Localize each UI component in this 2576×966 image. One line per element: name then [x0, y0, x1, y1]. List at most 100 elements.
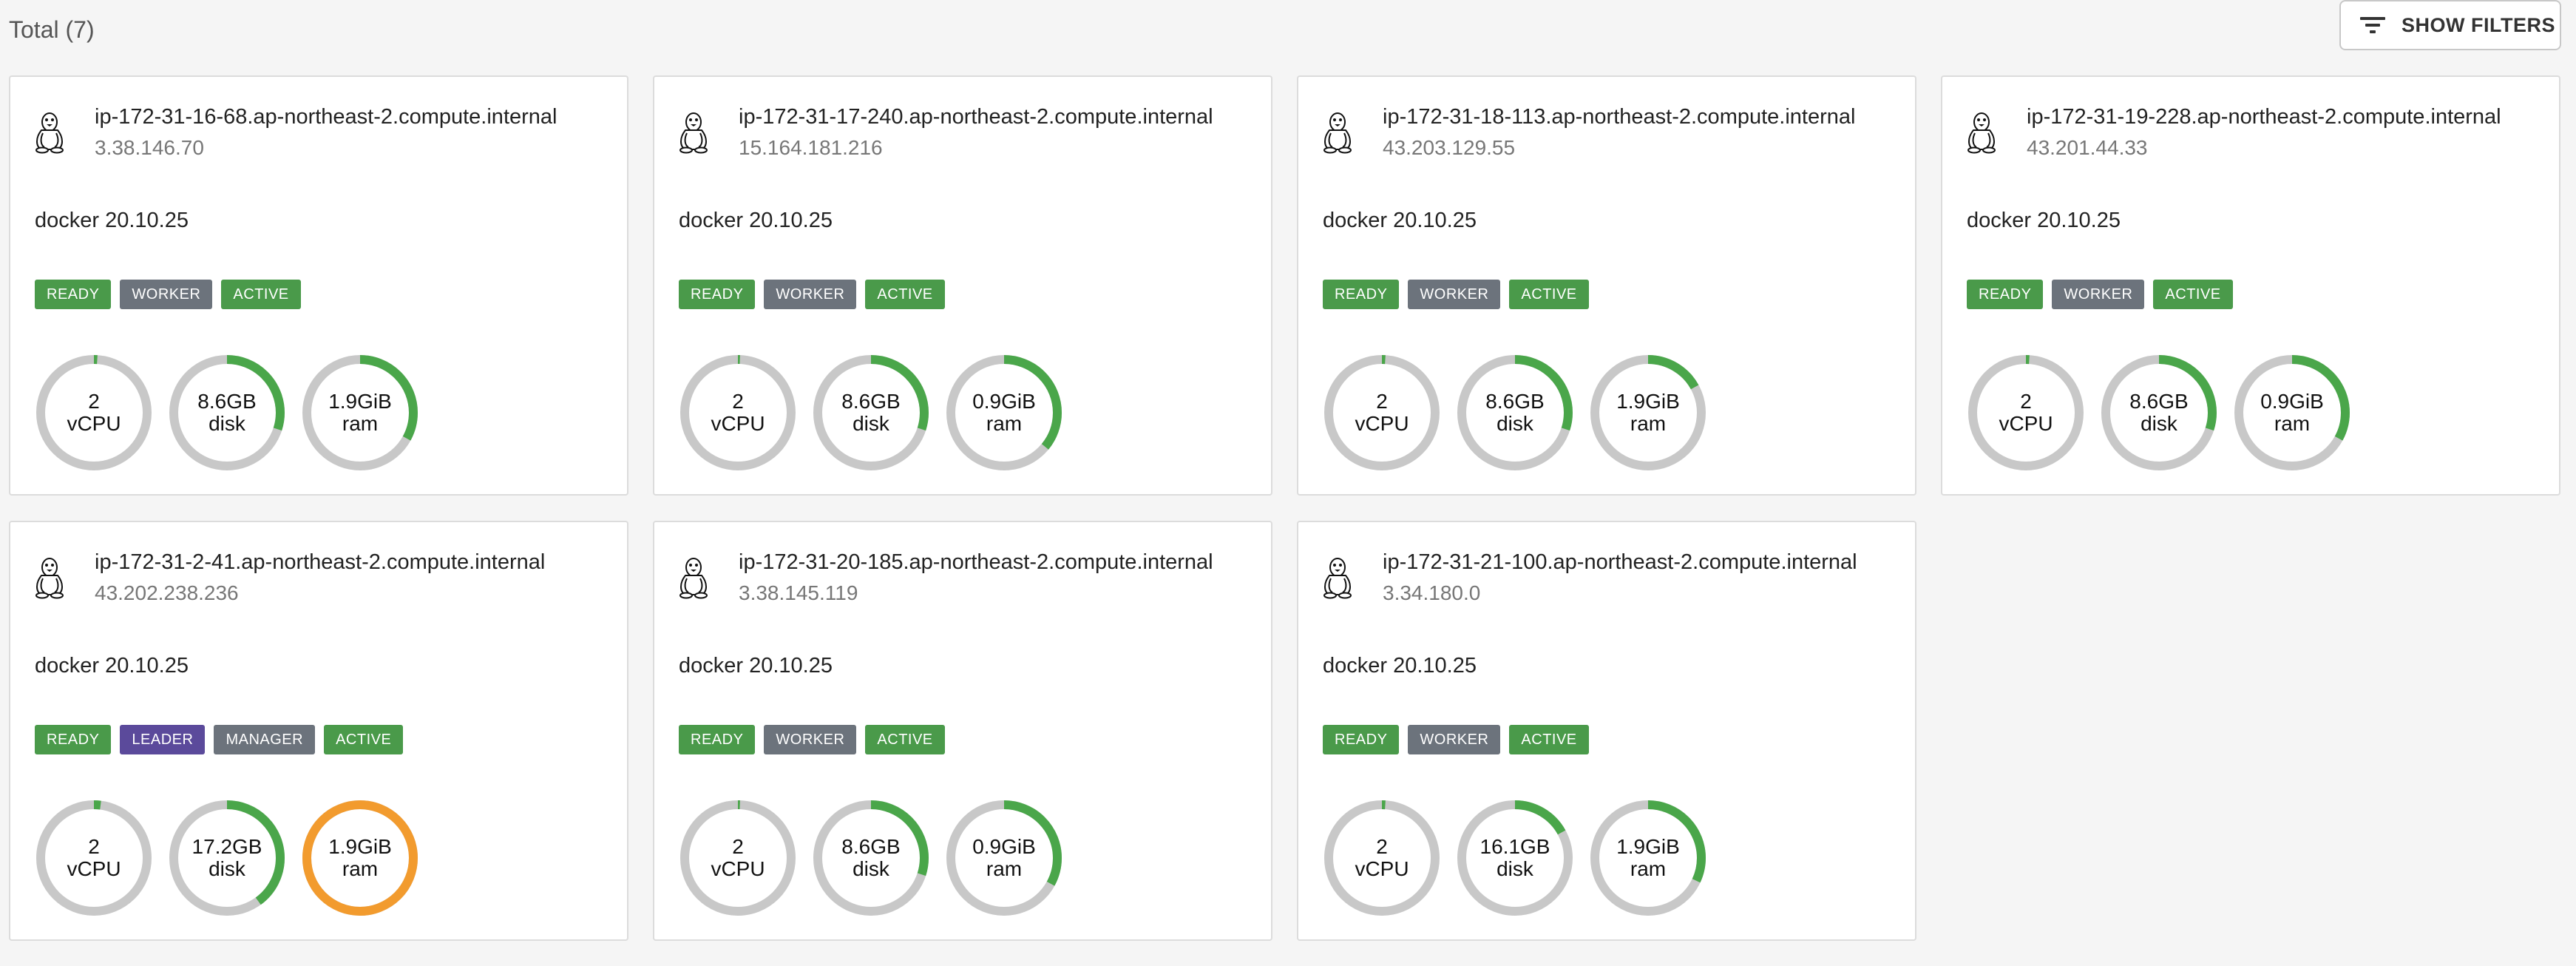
badge-worker: WORKER	[1408, 725, 1501, 754]
gauge-label: 2 vCPU	[679, 799, 797, 917]
node-card[interactable]: ip-172-31-19-228.ap-northeast-2.compute.…	[1941, 75, 2560, 496]
gauge-unit: vCPU	[1999, 412, 2053, 435]
badge-active: ACTIVE	[1509, 725, 1589, 754]
resource-gauges: 2 vCPU 8.6GB disk 0.9GiB ram	[679, 799, 1063, 917]
gauge-ram: 0.9GiB ram	[2233, 354, 2351, 472]
gauge-unit: vCPU	[1355, 412, 1409, 435]
node-hostname[interactable]: ip-172-31-16-68.ap-northeast-2.compute.i…	[95, 105, 557, 129]
status-badges: READY WORKER ACTIVE	[1967, 280, 2233, 309]
engine-version: docker 20.10.25	[679, 209, 833, 232]
engine-version: docker 20.10.25	[679, 654, 833, 678]
linux-tux-icon	[679, 558, 708, 599]
gauge-value: 8.6GB	[1485, 390, 1545, 413]
gauge-disk: 16.1GB disk	[1456, 799, 1574, 917]
gauge-ram: 0.9GiB ram	[945, 799, 1063, 917]
node-card[interactable]: ip-172-31-18-113.ap-northeast-2.compute.…	[1297, 75, 1916, 496]
gauge-value: 2	[88, 835, 100, 858]
gauge-unit: disk	[209, 412, 245, 435]
gauge-label: 8.6GB disk	[168, 354, 286, 472]
engine-version: docker 20.10.25	[35, 654, 189, 678]
gauge-value: 2	[1376, 835, 1388, 858]
node-ip-address: 3.38.146.70	[95, 136, 204, 159]
show-filters-label: SHOW FILTERS	[2402, 13, 2555, 36]
node-hostname[interactable]: ip-172-31-17-240.ap-northeast-2.compute.…	[739, 105, 1213, 129]
resource-gauges: 2 vCPU 8.6GB disk 0.9GiB ram	[1967, 354, 2351, 472]
show-filters-button[interactable]: SHOW FILTERS	[2339, 0, 2561, 50]
node-card[interactable]: ip-172-31-17-240.ap-northeast-2.compute.…	[653, 75, 1272, 496]
badge-worker: WORKER	[2052, 280, 2145, 309]
gauge-vcpu: 2 vCPU	[679, 354, 797, 472]
node-ip-address: 3.38.145.119	[739, 581, 858, 604]
resource-gauges: 2 vCPU 8.6GB disk 0.9GiB ram	[679, 354, 1063, 472]
gauge-value: 2	[2020, 390, 2032, 413]
gauge-label: 8.6GB disk	[2100, 354, 2218, 472]
gauge-value: 2	[732, 390, 744, 413]
gauge-label: 8.6GB disk	[1456, 354, 1574, 472]
status-badges: READY WORKER ACTIVE	[35, 280, 301, 309]
status-badges: READY WORKER ACTIVE	[679, 725, 945, 754]
status-badges: READY WORKER ACTIVE	[1323, 280, 1589, 309]
gauge-disk: 8.6GB disk	[812, 354, 930, 472]
gauge-disk: 8.6GB disk	[2100, 354, 2218, 472]
gauge-label: 2 vCPU	[1323, 354, 1441, 472]
status-badges: READY WORKER ACTIVE	[1323, 725, 1589, 754]
node-hostname[interactable]: ip-172-31-20-185.ap-northeast-2.compute.…	[739, 550, 1213, 575]
gauge-unit: disk	[2141, 412, 2177, 435]
node-card[interactable]: ip-172-31-16-68.ap-northeast-2.compute.i…	[9, 75, 628, 496]
badge-worker: WORKER	[764, 725, 857, 754]
status-badges: READY LEADER MANAGER ACTIVE	[35, 725, 404, 754]
gauge-unit: vCPU	[1355, 857, 1409, 880]
badge-ready: READY	[679, 280, 756, 309]
badge-active: ACTIVE	[865, 725, 945, 754]
node-card[interactable]: ip-172-31-2-41.ap-northeast-2.compute.in…	[9, 521, 628, 941]
gauge-label: 1.9GiB ram	[1589, 354, 1707, 472]
badge-ready: READY	[35, 280, 112, 309]
gauge-disk: 8.6GB disk	[1456, 354, 1574, 472]
badge-active: ACTIVE	[2153, 280, 2233, 309]
gauge-ram: 1.9GiB ram	[301, 799, 419, 917]
gauge-label: 0.9GiB ram	[945, 799, 1063, 917]
filter-list-icon	[2360, 15, 2385, 36]
node-card[interactable]: ip-172-31-20-185.ap-northeast-2.compute.…	[653, 521, 1272, 941]
gauge-vcpu: 2 vCPU	[35, 799, 153, 917]
badge-worker: WORKER	[1408, 280, 1501, 309]
badge-active: ACTIVE	[865, 280, 945, 309]
node-card[interactable]: ip-172-31-21-100.ap-northeast-2.compute.…	[1297, 521, 1916, 941]
engine-version: docker 20.10.25	[35, 209, 189, 232]
gauge-vcpu: 2 vCPU	[1323, 799, 1441, 917]
engine-version: docker 20.10.25	[1967, 209, 2121, 232]
badge-ready: READY	[1323, 725, 1400, 754]
gauge-value: 8.6GB	[841, 835, 901, 858]
gauge-value: 0.9GiB	[972, 835, 1036, 858]
resource-gauges: 2 vCPU 17.2GB disk 1.9GiB ram	[35, 799, 419, 917]
linux-tux-icon	[1323, 558, 1352, 599]
gauge-value: 1.9GiB	[1616, 390, 1680, 413]
badge-active: ACTIVE	[221, 280, 301, 309]
node-hostname[interactable]: ip-172-31-2-41.ap-northeast-2.compute.in…	[95, 550, 545, 575]
gauge-label: 2 vCPU	[35, 799, 153, 917]
gauge-label: 2 vCPU	[679, 354, 797, 472]
gauge-label: 2 vCPU	[1323, 799, 1441, 917]
linux-tux-icon	[679, 112, 708, 154]
gauge-vcpu: 2 vCPU	[35, 354, 153, 472]
node-hostname[interactable]: ip-172-31-19-228.ap-northeast-2.compute.…	[2027, 105, 2501, 129]
node-hostname[interactable]: ip-172-31-21-100.ap-northeast-2.compute.…	[1383, 550, 1857, 575]
gauge-value: 16.1GB	[1479, 835, 1550, 858]
gauge-vcpu: 2 vCPU	[679, 799, 797, 917]
gauge-label: 2 vCPU	[1967, 354, 2085, 472]
gauge-label: 0.9GiB ram	[2233, 354, 2351, 472]
gauge-disk: 17.2GB disk	[168, 799, 286, 917]
gauge-unit: disk	[1497, 857, 1533, 880]
gauge-value: 1.9GiB	[1616, 835, 1680, 858]
badge-manager: MANAGER	[214, 725, 316, 754]
gauge-unit: ram	[1630, 857, 1667, 880]
gauge-value: 1.9GiB	[328, 835, 392, 858]
node-hostname[interactable]: ip-172-31-18-113.ap-northeast-2.compute.…	[1383, 105, 1855, 129]
gauge-unit: ram	[986, 412, 1023, 435]
gauge-unit: disk	[209, 857, 245, 880]
gauge-unit: ram	[1630, 412, 1667, 435]
engine-version: docker 20.10.25	[1323, 654, 1477, 678]
resource-gauges: 2 vCPU 8.6GB disk 1.9GiB ram	[1323, 354, 1707, 472]
gauge-unit: ram	[2274, 412, 2311, 435]
total-count: Total (7)	[9, 16, 95, 43]
